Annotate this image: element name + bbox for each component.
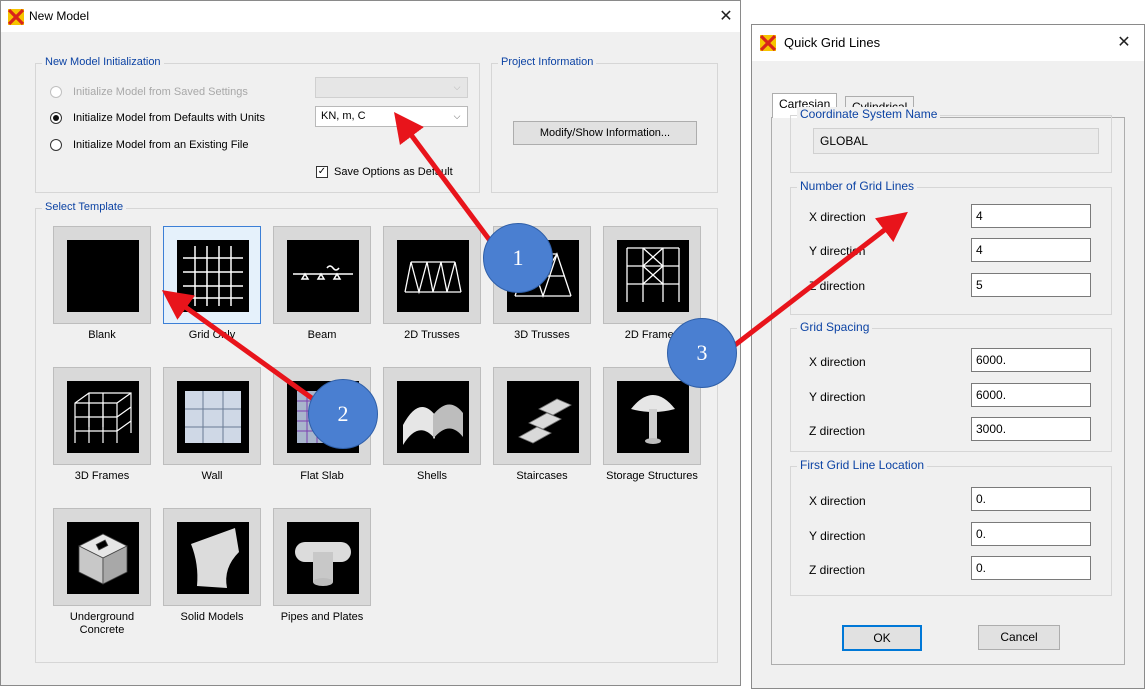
arrow-2 — [161, 290, 322, 407]
annotation-arrows — [161, 111, 908, 407]
callout-badge-2: 2 — [308, 379, 378, 449]
callout-badge-3: 3 — [667, 318, 737, 388]
arrow-1 — [394, 111, 503, 256]
callout-badge-1: 1 — [483, 223, 553, 293]
arrow-3 — [733, 211, 908, 347]
